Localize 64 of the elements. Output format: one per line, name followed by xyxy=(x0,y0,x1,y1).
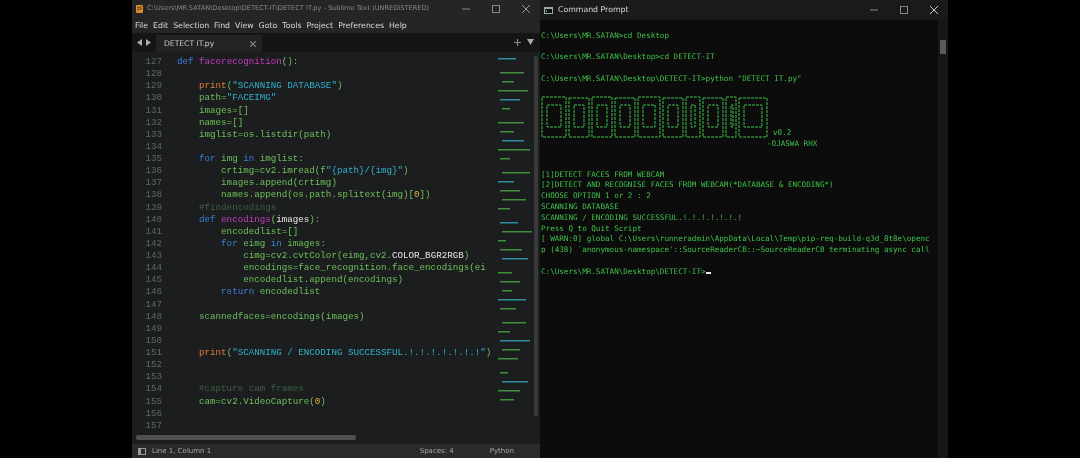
code-line: encodings=face_recognition.face_encodings(ei xyxy=(242,262,486,275)
line-number: 134 xyxy=(144,140,162,153)
line-number: 137 xyxy=(144,177,162,190)
code-line: print("SCANNING / ENCODING SUCCESSFUL.!.!.!.!.!.!.!") xyxy=(198,347,492,360)
code-line: for img in imglist: xyxy=(198,153,304,166)
line-number: 139 xyxy=(144,201,162,214)
code-line: encodedlist.append(encodings) xyxy=(242,274,404,287)
code-line: imglist=os.listdir(path) xyxy=(198,128,332,141)
code-line: names.append(os.path.splitext(img)[0]) xyxy=(220,189,431,202)
line-number: 127 xyxy=(144,56,162,69)
line-number: 135 xyxy=(144,153,162,166)
line-number: 141 xyxy=(144,225,162,238)
code-line: scannedfaces=encodings(images) xyxy=(198,310,365,323)
line-number: 129 xyxy=(144,80,162,93)
scrollbar-thumb[interactable] xyxy=(136,435,356,440)
code-line: crtimg=cv2.imread(f"{path}/{img}") xyxy=(220,165,409,178)
dropdown-caret-icon[interactable] xyxy=(527,39,534,45)
scrollbar-thumb[interactable] xyxy=(940,40,946,54)
line-number: 155 xyxy=(144,395,162,408)
line-number: 153 xyxy=(144,371,162,384)
code-line: for eimg in images: xyxy=(220,237,326,250)
line-number: 150 xyxy=(144,334,162,347)
code-line: def encodings(images): xyxy=(198,213,321,226)
plus-icon[interactable] xyxy=(514,39,521,46)
code-line: #findencodings xyxy=(198,201,277,214)
line-number: 132 xyxy=(144,116,162,129)
terminal-icon xyxy=(544,6,553,14)
line-number: 149 xyxy=(144,322,162,335)
line-number: 128 xyxy=(144,68,162,81)
code-line: images=[] xyxy=(198,104,249,117)
line-number: 142 xyxy=(144,237,162,250)
code-line: cam=cv2.VideoCapture(0) xyxy=(198,395,326,408)
code-line: print("SCANNING DATABASE") xyxy=(198,80,343,93)
line-number: 145 xyxy=(144,274,162,287)
close-icon[interactable] xyxy=(930,6,938,14)
code-line: images.append(crtimg) xyxy=(220,177,337,190)
code-line: cimg=cv2.cvtColor(eimg,cv2.COLOR_BGR2RGB) xyxy=(242,250,470,263)
line-number: 143 xyxy=(144,250,162,263)
close-icon[interactable] xyxy=(522,5,530,13)
code-line: def facerecognition(): xyxy=(177,56,299,69)
line-number: 131 xyxy=(144,104,162,117)
line-number: 140 xyxy=(144,213,162,226)
sublime-logo-icon xyxy=(136,5,143,13)
line-number: 148 xyxy=(144,310,162,323)
code-line: path="FACEIMG" xyxy=(198,92,277,105)
line-number: 146 xyxy=(144,286,162,299)
maximize-icon[interactable] xyxy=(492,5,500,13)
line-number: 144 xyxy=(144,262,162,275)
line-number: 157 xyxy=(144,419,162,432)
code-line: names=[] xyxy=(198,116,244,129)
code-line: encodedlist=[] xyxy=(220,225,299,238)
code-line: return encodedlist xyxy=(220,286,321,299)
line-number: 152 xyxy=(144,359,162,372)
panel-toggle-icon[interactable] xyxy=(138,447,146,455)
line-number: 151 xyxy=(144,347,162,360)
line-number: 133 xyxy=(144,128,162,141)
line-number: 138 xyxy=(144,189,162,202)
line-number: 136 xyxy=(144,165,162,178)
line-number: 156 xyxy=(144,407,162,420)
navigation-arrows-icon[interactable] xyxy=(137,39,151,46)
line-number: 147 xyxy=(144,298,162,311)
line-number: 130 xyxy=(144,92,162,105)
maximize-icon[interactable] xyxy=(900,6,908,14)
line-number: 154 xyxy=(144,383,162,396)
